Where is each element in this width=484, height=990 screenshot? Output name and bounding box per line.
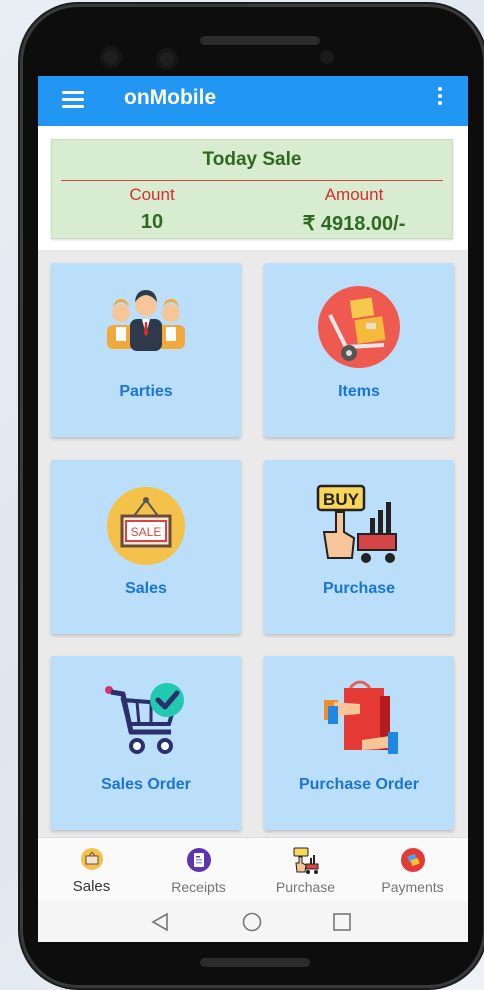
nav-label-payments: Payments <box>381 879 444 895</box>
tile-purchase-order[interactable]: Purchase Order <box>264 656 454 830</box>
dashboard-content: Today Sale Count Amount 10 ₹ 4918.00/- P… <box>38 126 468 837</box>
app-screen: onMobile Today Sale Count Amount 10 ₹ 49… <box>38 76 468 942</box>
sales-icon: SALE <box>107 487 185 565</box>
tile-sales[interactable]: SALE Sales <box>51 460 241 634</box>
tile-sales-order[interactable]: Sales Order <box>51 656 241 830</box>
purchase-icon: BUY <box>316 484 397 563</box>
buy-sign-text: BUY <box>323 490 360 509</box>
bottom-speaker <box>200 958 310 967</box>
nav-label-receipts: Receipts <box>171 879 226 895</box>
front-camera <box>100 46 122 68</box>
summary-section: Today Sale Count Amount 10 ₹ 4918.00/- <box>38 126 468 250</box>
today-sale-card: Today Sale Count Amount 10 ₹ 4918.00/- <box>51 139 453 239</box>
summary-divider <box>61 180 443 181</box>
buy-cart-icon <box>293 847 318 874</box>
nav-label-purchase: Purchase <box>275 879 336 895</box>
sales-order-icon <box>105 683 184 754</box>
nav-payments[interactable]: Payments <box>359 838 466 902</box>
tile-label-purchase: Purchase <box>322 580 396 597</box>
sale-sign-text: SALE <box>131 525 162 539</box>
today-sale-title: Today Sale <box>202 149 302 170</box>
count-value: 10 <box>140 211 164 233</box>
nav-receipts[interactable]: Receipts <box>145 838 252 902</box>
nav-sales[interactable]: Sales <box>38 838 145 902</box>
receipt-icon <box>186 848 211 872</box>
earpiece-speaker <box>200 36 320 45</box>
count-label: Count <box>129 185 175 204</box>
tile-label-sales: Sales <box>125 580 167 597</box>
sales-sign-icon <box>80 848 103 870</box>
back-icon[interactable] <box>150 912 170 932</box>
hamburger-menu-icon[interactable] <box>62 91 84 109</box>
app-bar: onMobile <box>38 76 468 126</box>
proximity-sensor <box>320 50 334 64</box>
amount-value: ₹ 4918.00/- <box>302 213 406 235</box>
tile-items[interactable]: Items <box>264 263 454 437</box>
app-title: onMobile <box>124 86 217 109</box>
more-options-icon[interactable] <box>438 87 442 108</box>
payments-icon <box>400 848 425 872</box>
tile-purchase[interactable]: BUY Purchase <box>264 460 454 634</box>
amount-label: Amount <box>324 185 384 204</box>
tile-label-parties: Parties <box>119 383 173 400</box>
nav-label-sales: Sales <box>72 878 111 895</box>
home-icon[interactable] <box>241 912 263 932</box>
tile-label-sales-order: Sales Order <box>101 776 191 793</box>
purchase-order-icon <box>324 680 398 754</box>
bottom-navigation: Sales Receipts Purchase Payments <box>38 837 468 902</box>
nav-purchase[interactable]: Purchase <box>252 838 359 902</box>
items-icon <box>318 286 400 368</box>
tile-parties[interactable]: Parties <box>51 263 241 437</box>
parties-icon <box>107 290 185 351</box>
recents-icon[interactable] <box>332 912 352 932</box>
tile-label-purchase-order: Purchase Order <box>298 776 420 793</box>
tile-label-items: Items <box>338 383 380 400</box>
front-camera-secondary <box>156 48 178 70</box>
system-navigation-bar <box>38 901 468 942</box>
